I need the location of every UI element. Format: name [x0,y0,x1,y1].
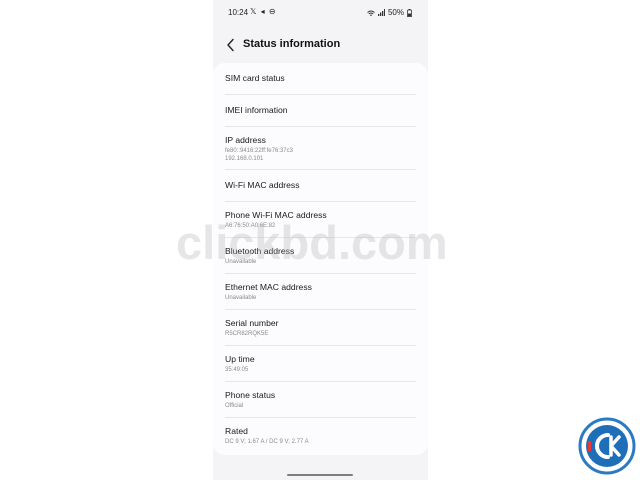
list-item-imei-information[interactable]: IMEI information [225,105,416,115]
divider [225,169,416,170]
divider [225,126,416,127]
item-value: DC 9 V; 1.67 A / DC 9 V; 2.77 A [225,439,309,445]
list-item-wifi-mac-address[interactable]: Wi-Fi MAC address [225,180,416,190]
divider [225,381,416,382]
item-value: Official [225,403,244,409]
divider [225,309,416,310]
list-item-rated[interactable]: Rated DC 9 V; 1.67 A / DC 9 V; 2.77 A [225,426,416,446]
item-value: A6:76:50:A0:6E:82 [225,223,276,229]
item-value: fe80::9416:22ff:fe76:37c3 [225,148,293,154]
list-item-serial-number[interactable]: Serial number R5CR82RQK5E [225,318,416,338]
item-title: Phone status [225,390,276,400]
signal-icon [377,9,385,16]
list-item-bluetooth-address[interactable]: Bluetooth address Unavailable [225,246,416,266]
item-title: Phone Wi-Fi MAC address [225,210,327,220]
divider [225,237,416,238]
back-button[interactable] [223,37,239,53]
list-item-phone-status[interactable]: Phone status Official [225,390,416,410]
item-value: 192.168.0.101 [225,156,264,162]
item-title: IMEI information [225,105,288,115]
battery-percent: 50% [387,8,404,17]
list-item-ip-address[interactable]: IP address fe80::9416:22ff:fe76:37c3 192… [225,135,416,163]
item-value: 35:49:05 [225,367,249,373]
battery-icon [407,8,412,17]
item-title: Serial number [225,318,279,328]
divider [225,273,416,274]
item-title: IP address [225,135,266,145]
status-right-group: 50% [367,8,412,17]
divider [225,417,416,418]
divider [225,201,416,202]
item-title: SIM card status [225,73,285,83]
status-bar: 10:24 𝕏 ◂ ⊖ 50% [213,0,428,22]
divider [225,94,416,95]
item-title: Ethernet MAC address [225,282,312,292]
home-indicator[interactable] [287,474,353,476]
status-info-list: SIM card status IMEI information IP addr… [213,63,428,455]
clickbd-logo-icon [578,417,636,475]
list-item-up-time[interactable]: Up time 35:49:05 [225,354,416,374]
app-header: Status information [213,32,428,58]
page-title: Status information [243,38,341,50]
list-item-phone-wifi-mac-address[interactable]: Phone Wi-Fi MAC address A6:76:50:A0:6E:8… [225,210,416,230]
notification-icons: 𝕏 ◂ ⊖ [250,7,277,16]
phone-screen: 10:24 𝕏 ◂ ⊖ 50% Status information SIM c… [213,0,428,480]
status-time: 10:24 [228,8,249,17]
item-title: Bluetooth address [225,246,295,256]
item-title: Wi-Fi MAC address [225,180,300,190]
list-item-ethernet-mac-address[interactable]: Ethernet MAC address Unavailable [225,282,416,302]
chevron-left-icon [227,38,234,52]
wifi-icon [367,10,375,16]
divider [225,345,416,346]
item-value: R5CR82RQK5E [225,331,269,337]
item-value: Unavailable [225,295,257,301]
item-title: Rated [225,426,248,436]
item-title: Up time [225,354,255,364]
item-value: Unavailable [225,259,257,265]
list-item-sim-card-status[interactable]: SIM card status [225,73,416,83]
